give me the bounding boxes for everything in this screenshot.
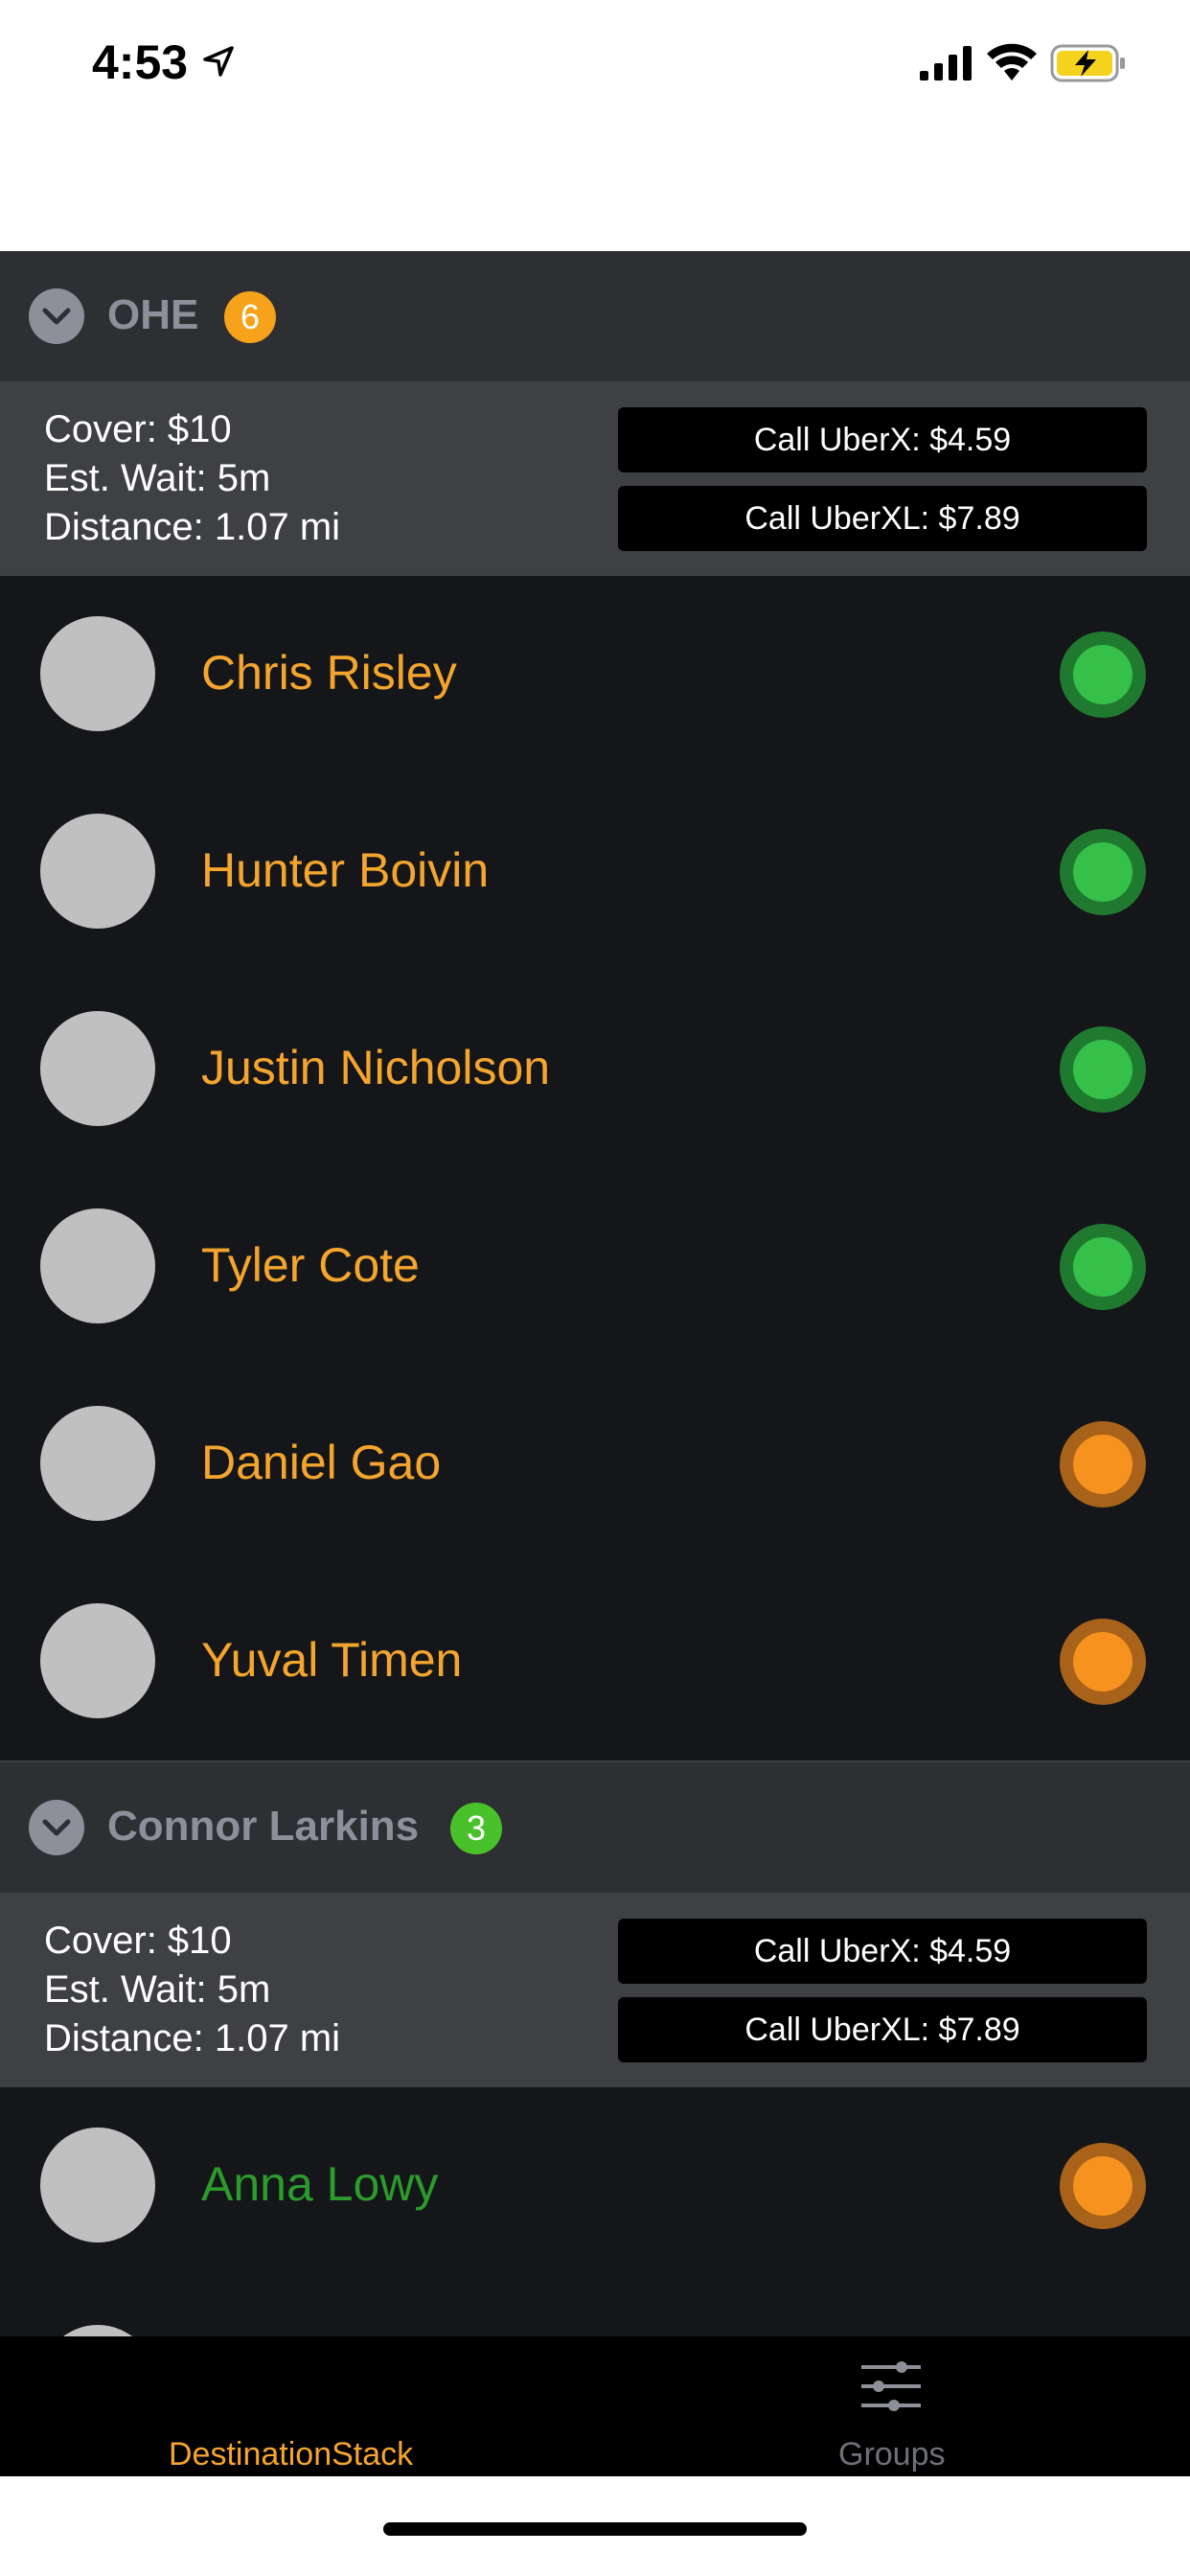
member-row[interactable]: Chris Risley xyxy=(0,576,1190,776)
avatar xyxy=(40,814,155,929)
member-name: Justin Nicholson xyxy=(201,1041,551,1094)
member-row[interactable]: Tyler Cote xyxy=(0,1168,1190,1368)
avatar xyxy=(40,1406,155,1521)
wait-text: Est. Wait: 5m xyxy=(44,1968,271,2011)
call-uberx-button[interactable]: Call UberX: $4.59 xyxy=(618,407,1147,472)
home-indicator-area xyxy=(0,2476,1190,2576)
member-name: Hunter Boivin xyxy=(201,843,490,897)
status-bar: 4:53 xyxy=(0,0,1190,134)
call-uberx-button[interactable]: Call UberX: $4.59 xyxy=(618,1919,1147,1984)
avatar xyxy=(40,616,155,731)
cellular-signal-icon xyxy=(920,46,972,80)
member-row[interactable]: Hunter Boivin xyxy=(0,773,1190,974)
status-online-indicator xyxy=(1060,1026,1146,1113)
member-count-badge: 6 xyxy=(224,291,276,343)
member-name: Yuval Timen xyxy=(201,1633,463,1687)
group-header-connor-larkins[interactable]: Connor Larkins 3 xyxy=(0,1762,1190,1896)
call-uberxl-button[interactable]: Call UberXL: $7.89 xyxy=(618,486,1147,551)
cover-text: Cover: $10 xyxy=(44,408,232,450)
status-time: 4:53 xyxy=(92,35,189,89)
avatar xyxy=(40,2128,155,2242)
group-title: OHE xyxy=(107,291,199,338)
member-row[interactable]: Yuval Timen xyxy=(0,1563,1190,1763)
group-header-ohe[interactable]: OHE 6 xyxy=(0,251,1190,384)
wait-text: Est. Wait: 5m xyxy=(44,457,271,499)
status-online-indicator xyxy=(1060,829,1146,915)
distance-text: Distance: 1.07 mi xyxy=(44,506,341,548)
location-arrow-icon xyxy=(203,46,234,77)
tab-destination-stack[interactable]: DestinationStack xyxy=(0,2336,595,2476)
member-name: Tyler Cote xyxy=(201,1238,420,1292)
battery-charging-icon xyxy=(1050,44,1125,82)
avatar xyxy=(40,2325,155,2336)
avatar xyxy=(40,1603,155,1718)
avatar xyxy=(40,1011,155,1126)
chevron-down-icon[interactable] xyxy=(29,288,84,344)
group-info-panel: Cover: $10 Est. Wait: 5m Distance: 1.07 … xyxy=(0,384,1190,576)
cover-text: Cover: $10 xyxy=(44,1920,232,1962)
member-name: Chris Risley xyxy=(201,646,457,700)
tab-label: Groups xyxy=(838,2436,946,2472)
group-info-panel: Cover: $10 Est. Wait: 5m Distance: 1.07 … xyxy=(0,1896,1190,2087)
home-indicator[interactable] xyxy=(383,2522,807,2536)
member-count-badge: 3 xyxy=(450,1803,502,1854)
sliders-icon xyxy=(861,2361,921,2411)
member-row[interactable]: Anna Lowy xyxy=(0,2087,1190,2288)
group-title: Connor Larkins xyxy=(107,1803,420,1850)
status-online-indicator xyxy=(1060,1224,1146,1310)
call-uberxl-button[interactable]: Call UberXL: $7.89 xyxy=(618,1997,1147,2062)
wifi-icon xyxy=(987,43,1037,80)
status-away-indicator xyxy=(1060,1421,1146,1507)
tab-bar: DestinationStack Groups xyxy=(0,2336,1190,2476)
member-row[interactable] xyxy=(0,2285,1190,2336)
member-name: Daniel Gao xyxy=(201,1436,442,1489)
distance-text: Distance: 1.07 mi xyxy=(44,2017,341,2059)
tab-label: DestinationStack xyxy=(169,2436,414,2472)
member-name: Anna Lowy xyxy=(201,2157,439,2211)
status-away-indicator xyxy=(1060,2143,1146,2229)
chevron-down-icon[interactable] xyxy=(29,1800,84,1855)
tab-groups[interactable]: Groups xyxy=(595,2336,1190,2476)
destination-list[interactable]: OHE 6 Cover: $10 Est. Wait: 5m Distance:… xyxy=(0,251,1190,2336)
member-row[interactable]: Justin Nicholson xyxy=(0,971,1190,1171)
avatar xyxy=(40,1208,155,1323)
status-away-indicator xyxy=(1060,1619,1146,1705)
status-online-indicator xyxy=(1060,632,1146,718)
member-row[interactable]: Daniel Gao xyxy=(0,1366,1190,1566)
